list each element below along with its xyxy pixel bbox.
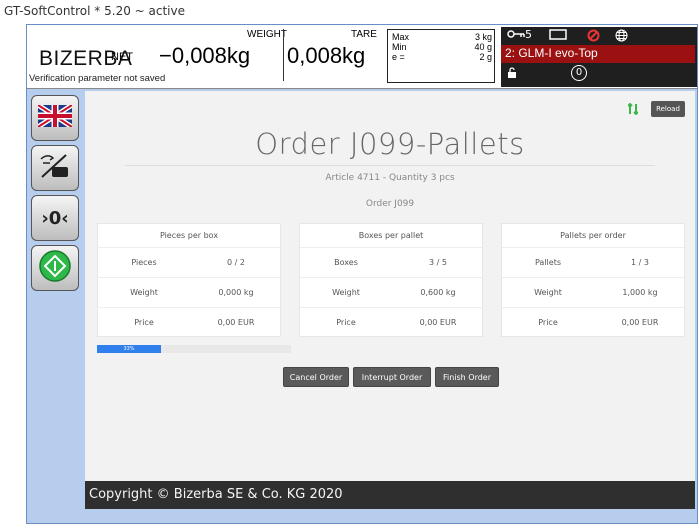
green-arrows-icon[interactable] xyxy=(627,102,639,116)
page-title: Order J099-Pallets xyxy=(255,127,525,161)
row-value: 0,00 EUR xyxy=(621,318,659,327)
finish-order-button[interactable]: Finish Order xyxy=(435,367,499,387)
card-boxes-per-pallet: Boxes per pallet Boxes 3 / 5 Weight 0,600 … xyxy=(299,223,483,337)
row-label: Weight xyxy=(534,288,562,297)
key-count: 5 xyxy=(525,28,532,41)
card-header: Pallets per order xyxy=(502,224,684,248)
row-value: 0,00 EUR xyxy=(217,318,255,327)
row-value: 0,000 kg xyxy=(218,288,254,297)
verification-note: Verification parameter not saved xyxy=(29,73,166,84)
row-label: Weight xyxy=(332,288,360,297)
status-panel: 5 2: GLM-I evo-Top 0 xyxy=(501,27,697,87)
row-value: 1 / 3 xyxy=(631,258,649,267)
key-icon xyxy=(507,29,525,42)
scale-spec-box: Max 3 kg Min 40 g e = 2 g xyxy=(387,29,495,83)
status-icons-row: 5 xyxy=(501,27,697,45)
article-subtitle: Article 4711 - Quantity 3 pcs xyxy=(325,173,455,183)
footer-copyright: Copyright © Bizerba SE & Co. KG 2020 xyxy=(85,481,695,509)
row-value: 3 / 5 xyxy=(429,258,447,267)
weight-label: WEIGHT xyxy=(247,29,287,40)
e-value: 2 g xyxy=(479,52,492,62)
flag-uk-icon xyxy=(36,102,74,131)
table-row: Price 0,00 EUR xyxy=(502,308,684,338)
net-label: NET xyxy=(111,51,133,63)
globe-icon xyxy=(615,29,628,45)
row-label: Price xyxy=(336,318,356,327)
table-row: Pieces 0 / 2 xyxy=(98,248,280,278)
zero-indicator: 0 xyxy=(571,65,587,81)
table-row: Pallets 1 / 3 xyxy=(502,248,684,278)
table-row: Boxes 3 / 5 xyxy=(300,248,482,278)
order-line: Order J099 xyxy=(365,199,415,209)
start-button[interactable] xyxy=(31,245,79,291)
tare-value: 0,008kg xyxy=(287,43,366,68)
status-bottom-row: 0 xyxy=(501,65,697,83)
table-row: Price 0,00 EUR xyxy=(98,308,280,338)
row-label: Boxes xyxy=(334,258,358,267)
min-row: Min 40 g xyxy=(392,43,492,52)
start-icon xyxy=(39,250,71,286)
row-label: Price xyxy=(134,318,154,327)
progress-fill: 33% xyxy=(97,345,162,353)
row-value: 0,600 kg xyxy=(420,288,456,297)
sidebar: ›0‹ xyxy=(27,89,83,525)
table-row: Weight 0,600 kg xyxy=(300,278,482,308)
row-value: 0,00 EUR xyxy=(419,318,457,327)
table-row: Weight 1,000 kg xyxy=(502,278,684,308)
row-label: Weight xyxy=(130,288,158,297)
row-label: Pallets xyxy=(534,258,562,267)
min-value: 40 g xyxy=(474,42,492,52)
device-label: 2: GLM-I evo-Top xyxy=(501,45,695,63)
row-value: 0 / 2 xyxy=(227,258,245,267)
app-frame: BIZERBA Verification parameter not saved… xyxy=(26,24,698,524)
e-row: e = 2 g xyxy=(392,53,492,62)
max-label: Max xyxy=(392,32,410,42)
language-button[interactable] xyxy=(31,95,79,141)
window-title: GT-SoftControl * 5.20 ~ active xyxy=(4,4,185,18)
min-label: Min xyxy=(392,42,407,52)
interrupt-order-button[interactable]: Interrupt Order xyxy=(353,367,431,387)
prohibited-icon xyxy=(587,29,600,45)
order-progress-bar: 33% xyxy=(97,345,291,353)
table-row: Weight 0,000 kg xyxy=(98,278,280,308)
max-value: 3 kg xyxy=(474,32,492,42)
main-content: Reload Order J099-Pallets Article 4711 -… xyxy=(85,91,695,481)
reload-button[interactable]: Reload xyxy=(651,101,685,117)
row-value: 1,000 kg xyxy=(622,288,658,297)
table-row: Price 0,00 EUR xyxy=(300,308,482,338)
card-header: Pieces per box xyxy=(98,224,280,248)
tare-hand-icon xyxy=(38,151,72,185)
e-label: e = xyxy=(392,52,405,62)
divider xyxy=(283,29,284,81)
row-label: Price xyxy=(538,318,558,327)
zero-icon: ›0‹ xyxy=(41,207,69,229)
zero-button[interactable]: ›0‹ xyxy=(31,195,79,241)
rectangle-icon xyxy=(549,29,567,43)
card-pallets-per-order: Pallets per order Pallets 1 / 3 Weight 1,0… xyxy=(501,223,685,337)
tare-label: TARE xyxy=(351,29,377,40)
max-row: Max 3 kg xyxy=(392,33,492,42)
card-header: Boxes per pallet xyxy=(300,224,482,248)
scale-display: BIZERBA Verification parameter not saved… xyxy=(27,25,697,89)
weight-value: −0,008kg xyxy=(159,43,251,68)
unlock-icon xyxy=(507,67,517,82)
cancel-order-button[interactable]: Cancel Order xyxy=(283,367,349,387)
title-divider xyxy=(125,165,655,166)
card-pieces-per-box: Pieces per box Pieces 0 / 2 Weight 0,000 k… xyxy=(97,223,281,337)
tare-button[interactable] xyxy=(31,145,79,191)
row-label: Pieces xyxy=(131,258,157,267)
